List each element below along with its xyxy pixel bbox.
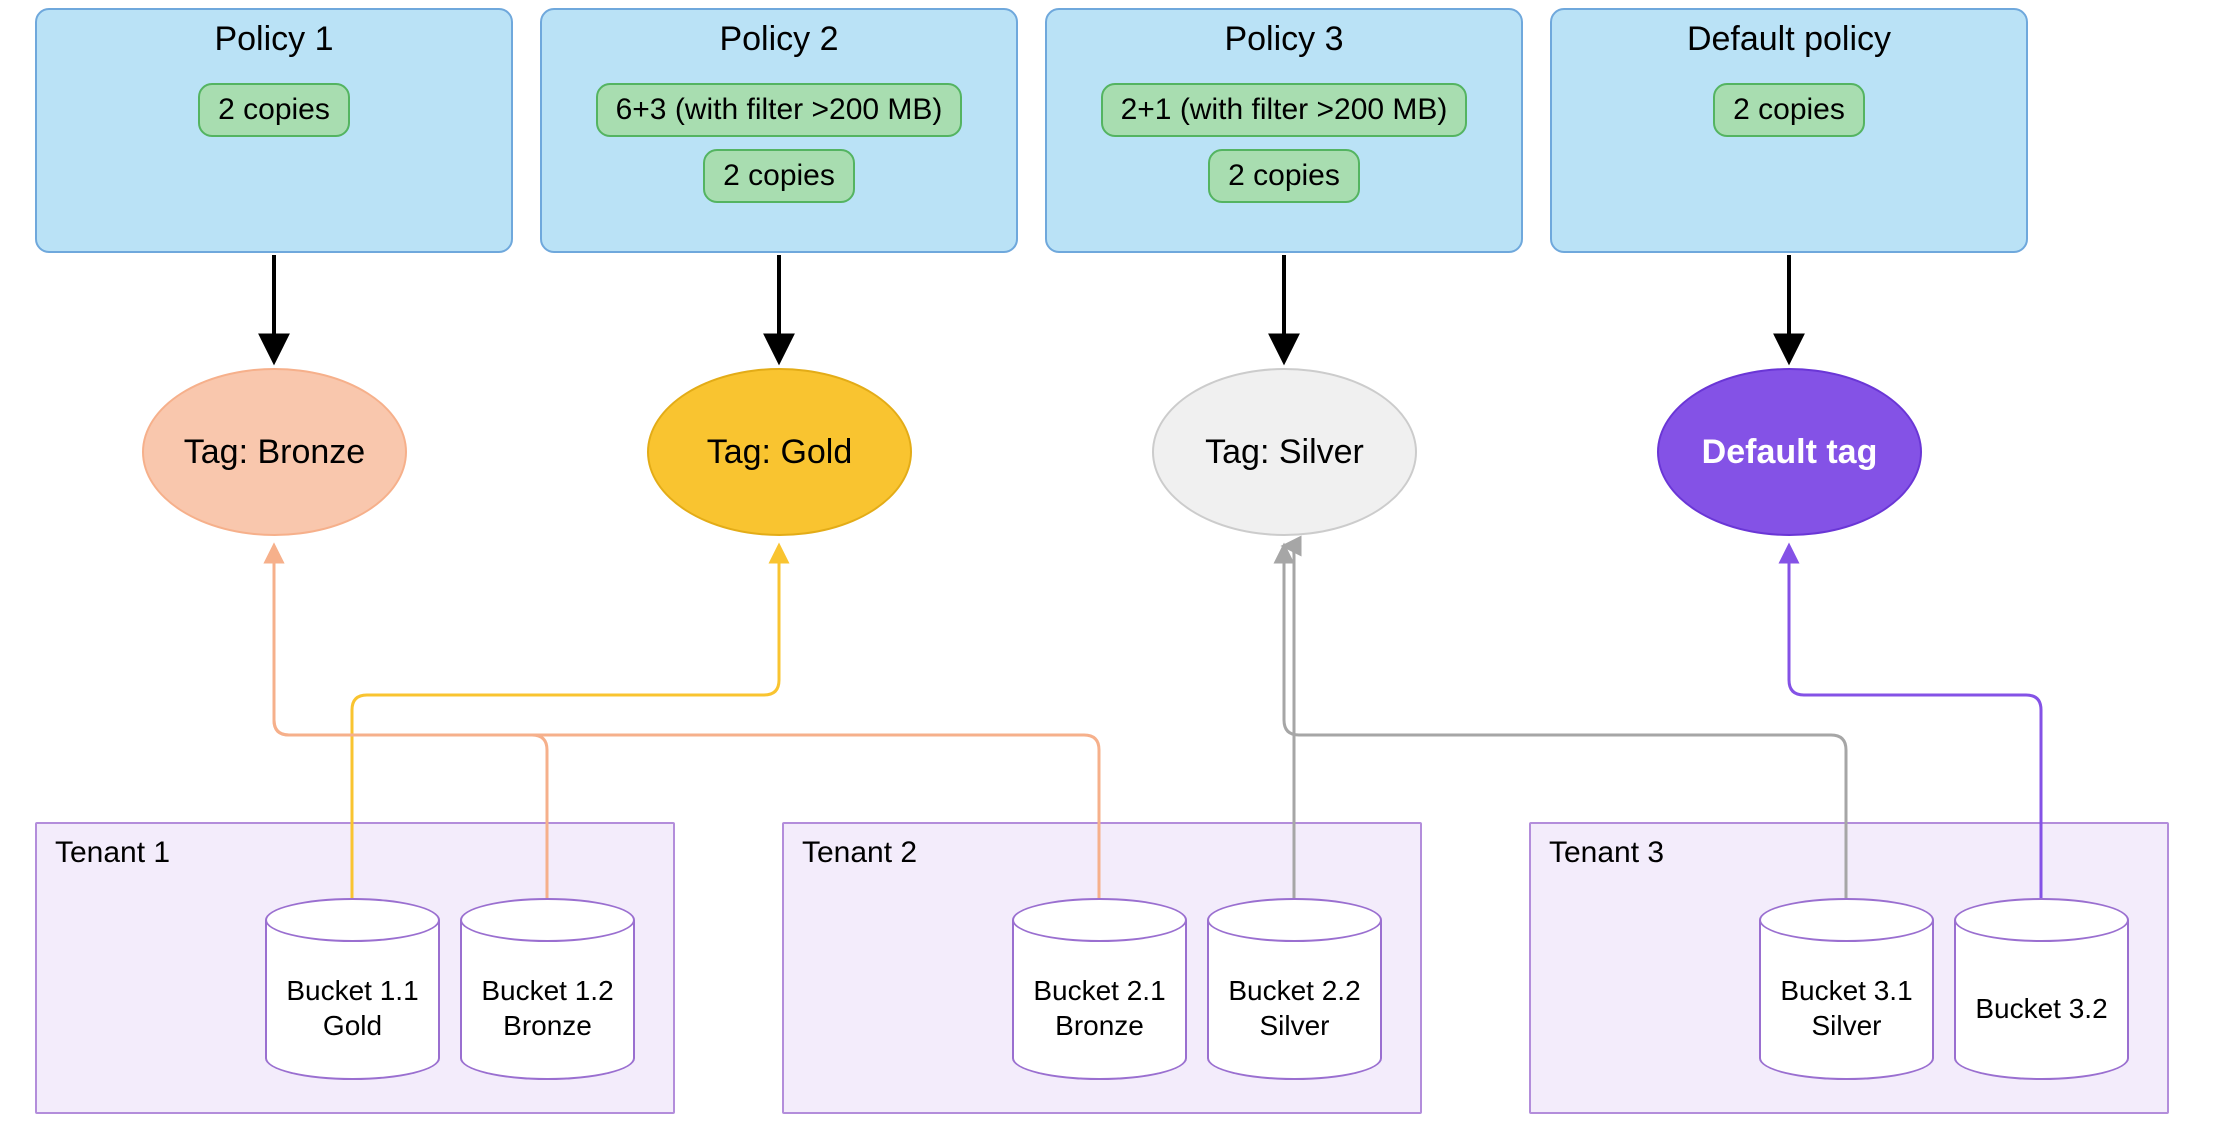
tag-default: Default tag	[1657, 368, 1922, 536]
cylinder-top	[1207, 898, 1382, 942]
policy-box-3: Policy 3 2+1 (with filter >200 MB) 2 cop…	[1045, 8, 1523, 253]
policy-rule: 2+1 (with filter >200 MB)	[1101, 83, 1468, 137]
cylinder-top	[1954, 898, 2129, 942]
tenant-label: Tenant 3	[1549, 836, 1664, 870]
policy-box-default: Default policy 2 copies	[1550, 8, 2028, 253]
policy-rule: 2 copies	[1713, 83, 1865, 137]
cylinder-top	[1012, 898, 1187, 942]
policy-title: Policy 1	[37, 20, 511, 59]
cylinder-body: Bucket 2.1 Bronze	[1012, 920, 1187, 1080]
cylinder-top	[1759, 898, 1934, 942]
tag-label: Tag: Silver	[1205, 433, 1364, 472]
tag-label: Tag: Gold	[707, 433, 853, 472]
policy-rule: 2 copies	[1208, 149, 1360, 203]
tag-silver: Tag: Silver	[1152, 368, 1417, 536]
bucket-label: Bucket 3.2	[1975, 991, 2107, 1026]
cylinder-body: Bucket 1.2 Bronze	[460, 920, 635, 1080]
bucket-label: Bucket 3.1 Silver	[1780, 973, 1912, 1043]
cylinder-body: Bucket 3.2	[1954, 920, 2129, 1080]
policy-title: Default policy	[1552, 20, 2026, 59]
policy-title: Policy 3	[1047, 20, 1521, 59]
cylinder-body: Bucket 2.2 Silver	[1207, 920, 1382, 1080]
policy-box-2: Policy 2 6+3 (with filter >200 MB) 2 cop…	[540, 8, 1018, 253]
tenant-label: Tenant 2	[802, 836, 917, 870]
bucket-label: Bucket 2.2 Silver	[1228, 973, 1360, 1043]
policy-title: Policy 2	[542, 20, 1016, 59]
tag-gold: Tag: Gold	[647, 368, 912, 536]
bucket-label: Bucket 1.1 Gold	[286, 973, 418, 1043]
tenant-label: Tenant 1	[55, 836, 170, 870]
tag-label: Tag: Bronze	[184, 433, 365, 472]
cylinder-top	[265, 898, 440, 942]
bucket-label: Bucket 2.1 Bronze	[1033, 973, 1165, 1043]
cylinder-body: Bucket 1.1 Gold	[265, 920, 440, 1080]
policy-box-1: Policy 1 2 copies	[35, 8, 513, 253]
policy-rule: 2 copies	[703, 149, 855, 203]
cylinder-body: Bucket 3.1 Silver	[1759, 920, 1934, 1080]
tag-bronze: Tag: Bronze	[142, 368, 407, 536]
tag-label: Default tag	[1702, 433, 1878, 472]
policy-rule: 2 copies	[198, 83, 350, 137]
diagram-stage: Policy 1 2 copies Policy 2 6+3 (with fil…	[0, 0, 2235, 1130]
bucket-label: Bucket 1.2 Bronze	[481, 973, 613, 1043]
cylinder-top	[460, 898, 635, 942]
policy-rule: 6+3 (with filter >200 MB)	[596, 83, 963, 137]
